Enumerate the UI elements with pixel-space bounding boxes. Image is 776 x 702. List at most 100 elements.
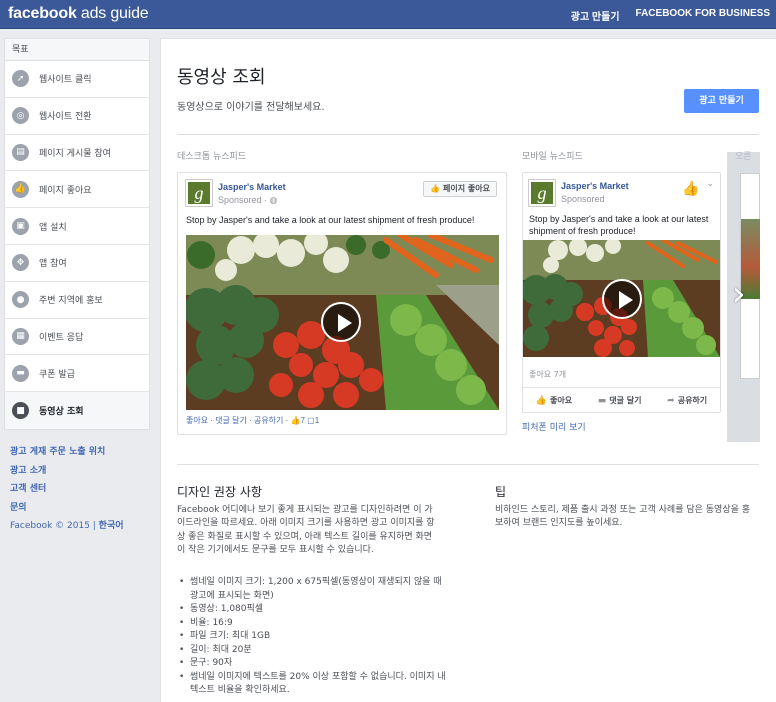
copyright-text: Facebook © 2015 |	[10, 521, 99, 531]
nav-create-ad-link[interactable]: 광고 만들기	[571, 8, 620, 23]
sponsored-label: Sponsored	[561, 194, 605, 204]
list-item: 문구: 90자	[177, 657, 447, 671]
mobile-ad-preview: g Jasper's Market Sponsored 👍 ⌄ Stop by …	[522, 172, 721, 413]
sidebar-item-label: 쿠폰 발급	[39, 369, 75, 380]
right-column-label: 오른	[735, 152, 752, 162]
cursor-icon: ➚	[12, 70, 29, 88]
chevron-right-icon[interactable]: ›	[732, 277, 754, 313]
brand-logo: g	[185, 179, 213, 207]
mobile-share-button[interactable]: ➦ 공유하기	[667, 395, 707, 406]
list-item: 동영상: 1,080픽셀	[177, 603, 447, 617]
play-button[interactable]	[321, 302, 361, 342]
mobile-comment-button[interactable]: ▬ 댓글 달기	[598, 395, 642, 406]
objectives-sidebar: 목표 ➚ 웹사이트 클릭 ◎ 웹사이트 전환 ▤ 페이지 게시물 참여 👍 페이…	[4, 38, 150, 430]
brand-name[interactable]: Jasper's Market	[561, 181, 629, 191]
feature-phone-preview-link[interactable]: 피처폰 미리 보기	[522, 420, 586, 433]
page-subtitle: 동영상으로 이야기를 전달해보세요.	[177, 102, 325, 113]
play-button[interactable]	[602, 279, 642, 319]
sidebar-item-label: 앱 설치	[39, 222, 67, 233]
sidebar-item-page-likes[interactable]: 👍 페이지 좋아요	[5, 171, 149, 209]
desktop-ad-preview: g Jasper's Market Sponsored · ◍ 👍 페이지 좋아…	[177, 172, 507, 435]
chevron-down-icon[interactable]: ⌄	[706, 179, 714, 189]
globe-icon: ◍	[269, 195, 278, 205]
sidebar-item-website-clicks[interactable]: ➚ 웹사이트 클릭	[5, 61, 149, 98]
contact-link[interactable]: 문의	[10, 499, 124, 518]
like-page-button[interactable]: 👍 페이지 좋아요	[423, 181, 497, 197]
design-spec-list: 썸네일 이미지 크기: 1,200 x 675픽셀(동영상이 재생되지 않을 때…	[177, 576, 447, 698]
ad-text: Stop by Jasper's and take a look at our …	[186, 215, 475, 225]
post-icon: ▤	[12, 143, 29, 161]
location-pin-icon: ●	[12, 291, 29, 309]
design-recommendations-body: Facebook 어디에나 보기 좋게 표시되는 광고를 디자인하려면 이 가이…	[177, 505, 435, 556]
sidebar-item-label: 웹사이트 전환	[39, 112, 92, 123]
sidebar-item-label: 앱 참여	[39, 259, 67, 270]
sidebar-item-label: 주변 지역에 홍보	[39, 296, 103, 307]
top-bar: facebook ads guide 광고 만들기 FACEBOOK FOR B…	[0, 0, 776, 29]
coupon-icon: ▬	[12, 364, 29, 382]
ad-text: Stop by Jasper's and take a look at our …	[529, 214, 709, 236]
list-item: 파일 크기: 최대 1GB	[177, 630, 447, 644]
sidebar-links: 광고 게재 주문 노출 위치 광고 소개 고객 센터 문의 Facebook ©…	[10, 443, 124, 535]
like-count-icon: 👍	[290, 416, 301, 425]
language-link[interactable]: 한국어	[99, 521, 124, 531]
thumbs-up-icon: 👍	[535, 395, 548, 406]
sidebar-item-label: 페이지 게시물 참여	[39, 148, 111, 159]
calendar-icon: ▦	[12, 327, 29, 345]
produce-video-thumbnail[interactable]	[523, 240, 720, 357]
create-ad-button[interactable]: 광고 만들기	[684, 89, 759, 113]
facebook-ads-guide-logo[interactable]: facebook ads guide	[8, 5, 149, 23]
controller-icon: ✥	[12, 254, 29, 272]
desktop-feed-label: 데스크톱 뉴스피드	[177, 152, 247, 162]
thumbs-up-icon[interactable]: 👍	[682, 181, 699, 197]
brand-logo: g	[528, 179, 556, 207]
sidebar-item-app-engagement[interactable]: ✥ 앱 참여	[5, 245, 149, 282]
sidebar-item-website-conversions[interactable]: ◎ 웹사이트 전환	[5, 98, 149, 135]
sponsored-label: Sponsored · ◍	[218, 195, 278, 205]
nav-facebook-for-business-link[interactable]: FACEBOOK FOR BUSINESS	[636, 8, 770, 23]
divider	[177, 134, 759, 135]
sidebar-item-local-awareness[interactable]: ● 주변 지역에 홍보	[5, 282, 149, 319]
divider	[177, 464, 759, 465]
brand-name[interactable]: Jasper's Market	[218, 182, 286, 192]
video-camera-icon: ■	[12, 402, 29, 420]
about-ads-link[interactable]: 광고 소개	[10, 462, 124, 481]
mobile-like-label: 좋아요	[550, 396, 573, 405]
sponsored-text: Sponsored	[218, 195, 262, 205]
design-recommendations-title: 디자인 권장 사항	[177, 485, 262, 499]
footer-copyright: Facebook © 2015 | 한국어	[10, 517, 124, 535]
list-item: 썸네일 이미지에 텍스트를 20% 이상 포함할 수 없습니다. 이미지 내 텍…	[177, 671, 447, 698]
sidebar-item-label: 동영상 조회	[39, 407, 84, 418]
mobile-feed-label: 모바일 뉴스피드	[522, 152, 583, 162]
sidebar-item-offer-claims[interactable]: ▬ 쿠폰 발급	[5, 355, 149, 393]
top-nav: 광고 만들기 FACEBOOK FOR BUSINESS	[571, 8, 770, 23]
sidebar-item-page-post-engagement[interactable]: ▤ 페이지 게시물 참여	[5, 135, 149, 172]
sidebar-item-video-views[interactable]: ■ 동영상 조회	[5, 392, 149, 429]
target-icon: ◎	[12, 107, 29, 125]
sidebar-item-label: 이벤트 응답	[39, 332, 84, 343]
mobile-action-bar: 👍 좋아요 ▬ 댓글 달기 ➦ 공유하기	[523, 387, 720, 413]
box-icon: ▣	[12, 217, 29, 235]
thumbs-up-icon: 👍	[12, 180, 29, 198]
mobile-comment-label: 댓글 달기	[609, 396, 642, 405]
help-center-link[interactable]: 고객 센터	[10, 480, 124, 499]
sidebar-item-label: 웹사이트 클릭	[39, 75, 92, 86]
ad-action-links[interactable]: 좋아요 · 댓글 달기 · 공유하기 · 👍7 ▢1	[186, 415, 319, 426]
logo-text-bold: facebook	[8, 5, 77, 22]
logo-text-thin: ads guide	[76, 5, 149, 22]
comment-count-icon: ▢	[307, 416, 315, 425]
share-icon: ➦	[667, 395, 675, 406]
tips-body: 비하인드 스토리, 제품 출시 과정 또는 고객 사례를 담은 동영상을 홍보하…	[495, 505, 751, 529]
mobile-like-button[interactable]: 👍 좋아요	[536, 395, 572, 406]
tips-title: 팁	[495, 485, 507, 499]
produce-video-thumbnail[interactable]	[186, 235, 499, 410]
main-panel: 동영상 조회 동영상으로 이야기를 전달해보세요. 광고 만들기 데스크톱 뉴스…	[160, 38, 776, 702]
like-count: 7	[300, 416, 305, 425]
sidebar-item-app-installs[interactable]: ▣ 앱 설치	[5, 208, 149, 245]
list-item: 썸네일 이미지 크기: 1,200 x 675픽셀(동영상이 재생되지 않을 때…	[177, 576, 447, 603]
sidebar-heading: 목표	[5, 39, 149, 61]
ad-placement-link[interactable]: 광고 게재 주문 노출 위치	[10, 443, 124, 462]
ad-actions-text: 좋아요 · 댓글 달기 · 공유하기 ·	[186, 416, 291, 425]
list-item: 길이: 최대 20분	[177, 644, 447, 658]
list-item: 비율: 16:9	[177, 617, 447, 631]
sidebar-item-event-responses[interactable]: ▦ 이벤트 응답	[5, 319, 149, 356]
